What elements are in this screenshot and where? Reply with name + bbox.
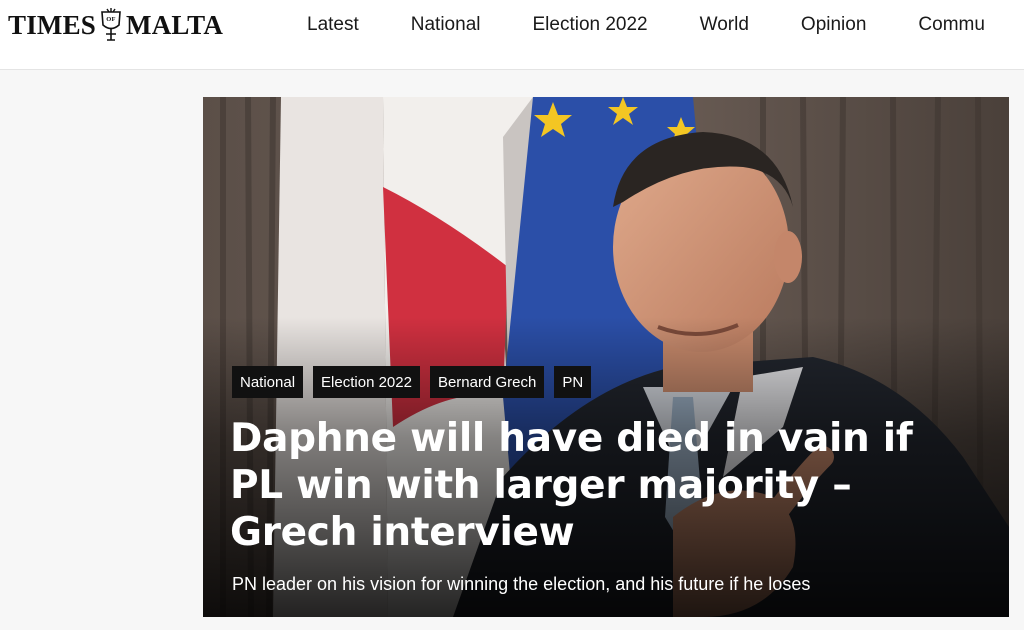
hero-standfirst: PN leader on his vision for winning the …: [232, 574, 811, 594]
nav-opinion[interactable]: Opinion: [801, 14, 867, 36]
tag-national[interactable]: National: [232, 366, 304, 398]
main-nav: Latest National Election 2022 World Opin…: [307, 12, 1024, 38]
hero-headline[interactable]: Daphne will have died in vain if PL win …: [230, 415, 970, 556]
nav-latest[interactable]: Latest: [307, 14, 359, 36]
crest-text: OF: [106, 16, 115, 23]
tag-pn[interactable]: PN: [554, 366, 592, 398]
tag-election-2022[interactable]: Election 2022: [313, 366, 420, 398]
hero-article[interactable]: National Election 2022 Bernard Grech PN …: [203, 97, 1009, 617]
hero-tags: National Election 2022 Bernard Grech PN: [232, 366, 592, 398]
logo-text-malta: MALTA: [126, 9, 224, 40]
nav-national[interactable]: National: [411, 14, 481, 36]
nav-community[interactable]: Commu: [918, 14, 985, 36]
logo-text-times: TIMES: [8, 9, 97, 40]
tag-bernard-grech[interactable]: Bernard Grech: [429, 366, 545, 398]
crest-icon: OF: [101, 8, 121, 41]
nav-election-2022[interactable]: Election 2022: [532, 14, 647, 36]
site-header: TIMES OF MALTA Latest National Election …: [0, 0, 1024, 70]
site-logo[interactable]: TIMES OF MALTA: [8, 8, 223, 42]
nav-world[interactable]: World: [700, 14, 749, 36]
